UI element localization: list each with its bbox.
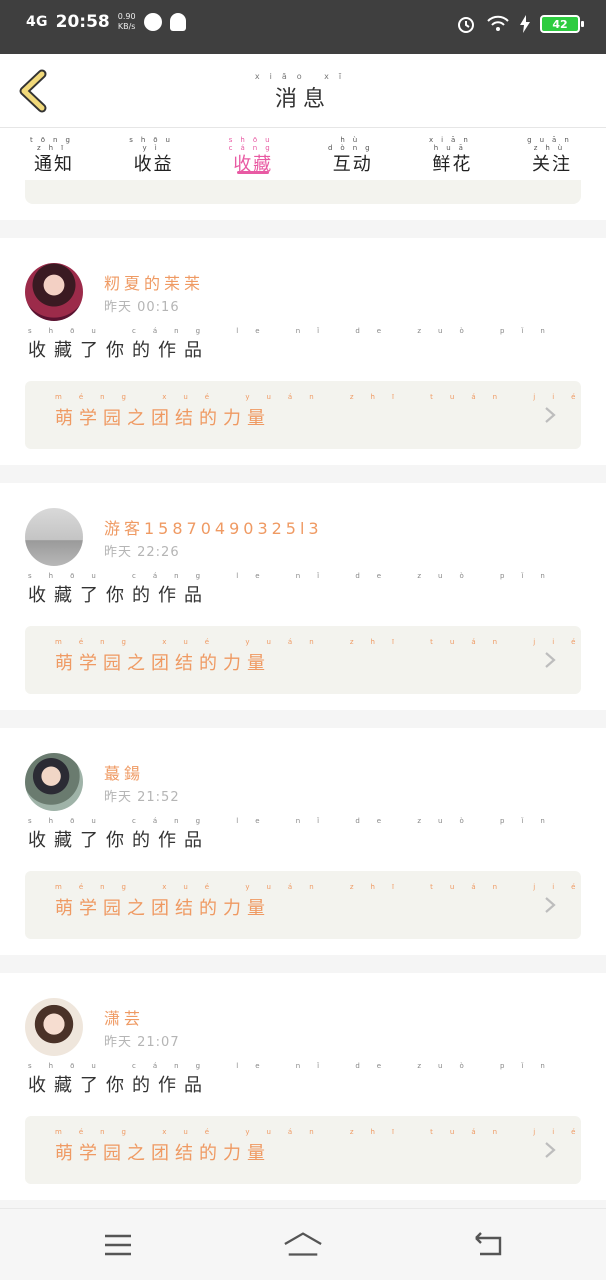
wifi-icon [487, 15, 509, 31]
action-label: 收藏了你的作品 [28, 830, 210, 851]
avatar[interactable] [25, 753, 83, 811]
home-button[interactable] [283, 1229, 323, 1261]
work-title-text: 萌学园之团结的力量 [55, 1143, 271, 1164]
network-speed: 0.90 KB/s [118, 12, 136, 32]
avatar[interactable] [25, 508, 83, 566]
chevron-right-icon [545, 652, 556, 668]
action-text: shōu cáng le nǐ de zuò pǐn 收藏了你的作品 [28, 817, 545, 852]
message-list[interactable]: 籾夏的苿苿 昨天 00:16 shōu cáng le nǐ de zuò pǐ… [0, 180, 606, 1208]
menu-icon [105, 1234, 131, 1256]
status-right: 42 [456, 14, 584, 34]
divider [0, 710, 606, 728]
tab-label: 通知 [34, 154, 74, 175]
list-item[interactable]: 籾夏的苿苿 昨天 00:16 shōu cáng le nǐ de zuò pǐ… [0, 238, 606, 465]
work-pinyin: méng xué yuán zhī tuán jié de lì liàng [55, 393, 606, 401]
tab-favorites[interactable]: shōu cáng 收藏 [227, 128, 279, 180]
alarm-icon [458, 17, 474, 33]
divider [0, 955, 606, 973]
user-name[interactable]: 籾夏的苿苿 [104, 270, 204, 294]
user-name[interactable]: 蕞鍚 [104, 760, 144, 784]
status-time: 20:58 [55, 12, 110, 32]
work-title-text: 萌学园之团结的力量 [55, 898, 271, 919]
menu-button[interactable] [98, 1229, 138, 1261]
signal-indicator: 4G [26, 14, 48, 30]
message-time: 昨天 21:07 [104, 1035, 180, 1050]
list-item[interactable]: 游客15870490325l3 昨天 22:26 shōu cáng le nǐ… [0, 483, 606, 710]
work-card[interactable]: méng xué yuán zhī tuán jié de lì liàng 萌… [25, 626, 606, 694]
tab-label: 互动 [332, 154, 373, 175]
avatar[interactable] [25, 998, 83, 1056]
status-bar: 4G 20:58 0.90 KB/s 42 [0, 0, 606, 54]
chevron-right-icon [545, 1142, 556, 1158]
work-title: méng xué yuán zhī tuán jié de lì liàng 萌… [55, 883, 606, 920]
action-label: 收藏了你的作品 [28, 585, 210, 606]
work-title-text: 萌学园之团结的力量 [55, 653, 271, 674]
tab-earnings[interactable]: shōu yì 收益 [128, 128, 180, 180]
action-text: shōu cáng le nǐ de zuò pǐn 收藏了你的作品 [28, 1062, 545, 1097]
back-nav-button[interactable] [468, 1229, 508, 1261]
work-title: méng xué yuán zhī tuán jié de lì liàng 萌… [55, 393, 606, 430]
list-item[interactable]: 潇芸 昨天 21:07 shōu cáng le nǐ de zuò pǐn 收… [0, 973, 606, 1200]
status-left: 4G 20:58 0.90 KB/s [26, 12, 186, 32]
work-pinyin: méng xué yuán zhī tuán jié de lì liàng [55, 1128, 606, 1136]
work-card[interactable]: méng xué yuán zhī tuán jié de lì liàng 萌… [25, 1116, 606, 1184]
tab-label: 关注 [531, 154, 572, 175]
system-nav-bar [0, 1208, 606, 1280]
action-text: shōu cáng le nǐ de zuò pǐn 收藏了你的作品 [28, 327, 545, 362]
previous-card-stub [25, 180, 581, 204]
action-pinyin: shōu cáng le nǐ de zuò pǐn [28, 1062, 562, 1070]
page-title-text: 消息 [274, 87, 331, 112]
message-time: 昨天 00:16 [104, 300, 180, 315]
work-pinyin: méng xué yuán zhī tuán jié de lì liàng [55, 883, 606, 891]
action-label: 收藏了你的作品 [28, 1075, 210, 1096]
action-pinyin: shōu cáng le nǐ de zuò pǐn [28, 817, 562, 825]
app-header: xiāo xī 消息 [0, 54, 606, 128]
message-time: 昨天 22:26 [104, 545, 180, 560]
battery-indicator: 42 [540, 15, 584, 33]
action-pinyin: shōu cáng le nǐ de zuò pǐn [28, 572, 562, 580]
tab-flowers[interactable]: xiān huā 鲜花 [426, 128, 478, 180]
browser-icon [143, 13, 162, 31]
chevron-right-icon [545, 897, 556, 913]
work-title: méng xué yuán zhī tuán jié de lì liàng 萌… [55, 638, 606, 675]
message-time: 昨天 21:52 [104, 790, 180, 805]
action-text: shōu cáng le nǐ de zuò pǐn 收藏了你的作品 [28, 572, 545, 607]
home-icon [284, 1232, 322, 1256]
tab-label: 收益 [133, 154, 174, 175]
battery-level: 42 [552, 17, 568, 31]
divider [0, 220, 606, 238]
charging-icon [520, 15, 530, 33]
page-title: xiāo xī 消息 [0, 72, 606, 113]
tab-label: 鲜花 [432, 154, 473, 175]
network-speed-unit: KB/s [117, 22, 136, 31]
page-title-pinyin: xiāo xī [254, 72, 352, 81]
previous-item-stub [0, 180, 606, 220]
work-card[interactable]: méng xué yuán zhī tuán jié de lì liàng 萌… [25, 381, 606, 449]
work-card[interactable]: méng xué yuán zhī tuán jié de lì liàng 萌… [25, 871, 606, 939]
back-icon [475, 1232, 502, 1256]
avatar[interactable] [25, 263, 83, 321]
user-name[interactable]: 潇芸 [104, 1005, 144, 1029]
action-pinyin: shōu cáng le nǐ de zuò pǐn [28, 327, 562, 335]
screen: 4G 20:58 0.90 KB/s 42 xiāo xī 消息 tōng zh… [0, 0, 606, 1280]
list-item[interactable]: 蕞鍚 昨天 21:52 shōu cáng le nǐ de zuò pǐn 收… [0, 728, 606, 955]
qq-icon [169, 13, 186, 31]
work-pinyin: méng xué yuán zhī tuán jié de lì liàng [55, 638, 606, 646]
tab-bar: tōng zhī 通知 shōu yì 收益 shōu cáng 收藏 hù d… [0, 128, 606, 180]
work-title: méng xué yuán zhī tuán jié de lì liàng 萌… [55, 1128, 606, 1165]
tab-interactions[interactable]: hù dòng 互动 [327, 128, 379, 180]
work-title-text: 萌学园之团结的力量 [55, 408, 271, 429]
divider [0, 465, 606, 483]
tab-label: 收藏 [233, 154, 274, 175]
action-label: 收藏了你的作品 [28, 340, 210, 361]
chevron-right-icon [545, 407, 556, 423]
tab-notifications[interactable]: tōng zhī 通知 [28, 128, 80, 180]
network-speed-value: 0.90 [117, 12, 136, 21]
tab-following[interactable]: guān zhù 关注 [526, 128, 578, 180]
user-name[interactable]: 游客15870490325l3 [104, 515, 323, 539]
